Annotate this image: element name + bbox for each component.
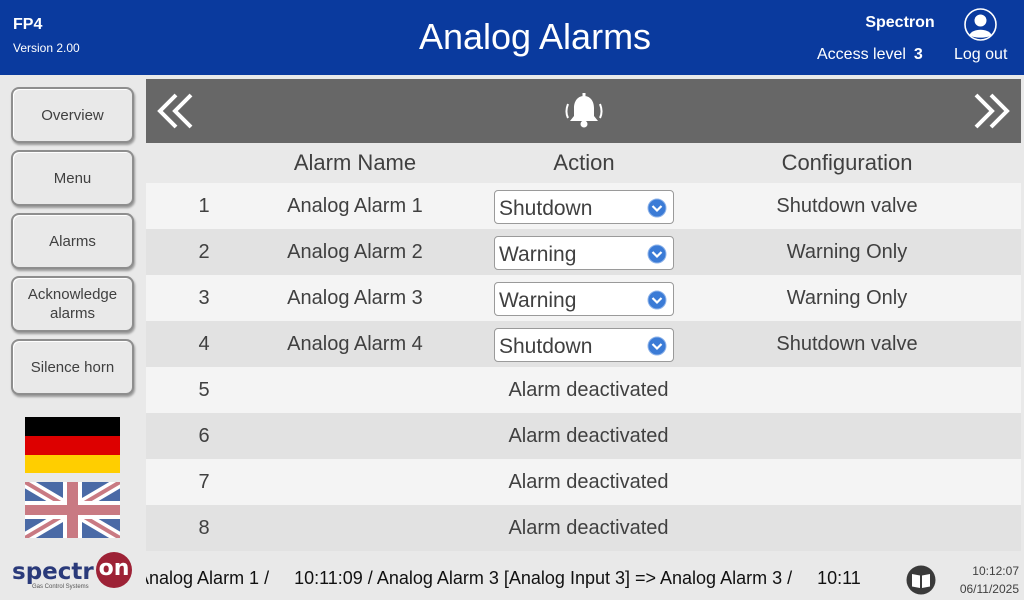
- logo-tagline: Gas Control Systems: [32, 584, 89, 590]
- table-row: 2 Analog Alarm 2 Warning Warning Only: [146, 229, 1021, 275]
- alarm-number: 6: [198, 425, 210, 447]
- action-select-value: Warning: [499, 289, 577, 312]
- silence-horn-button-label: Silence horn: [30, 358, 115, 376]
- double-chevron-right-icon[interactable]: [971, 93, 1011, 129]
- table-row: 3 Analog Alarm 3 Warning Warning Only: [146, 275, 1021, 321]
- header-bar: FP4 Version 2.00 Analog Alarms Spectron …: [0, 0, 1024, 75]
- spectron-logo: spectr on Gas Control Systems: [10, 551, 134, 591]
- table-header: Alarm Name Action Configuration: [146, 143, 1021, 183]
- alarm-number: 8: [198, 517, 210, 539]
- alarm-number: 7: [198, 471, 210, 493]
- menu-button[interactable]: Menu: [11, 150, 134, 206]
- alarm-number: 3: [198, 287, 210, 309]
- action-select[interactable]: Warning: [494, 236, 674, 270]
- table-row: 1 Analog Alarm 1 Shutdown Shutdown valve: [146, 183, 1021, 229]
- alarm-number: 5: [198, 379, 210, 401]
- alarm-status: Alarm deactivated: [508, 425, 669, 447]
- clock-time: 10:12:07: [972, 564, 1019, 578]
- action-select-value: Warning: [499, 243, 577, 266]
- double-chevron-left-icon[interactable]: [156, 93, 196, 129]
- overview-button[interactable]: Overview: [11, 87, 134, 143]
- column-header-configuration: Configuration: [781, 150, 913, 175]
- table-row: 5 Alarm deactivated: [146, 367, 1021, 413]
- action-select-value: Shutdown: [499, 335, 593, 358]
- column-header-action: Action: [553, 150, 615, 175]
- alarms-button[interactable]: Alarms: [11, 213, 134, 269]
- alarm-name: Analog Alarm 3: [287, 287, 423, 309]
- alarm-configuration: Warning Only: [786, 241, 908, 263]
- table-row: 8 Alarm deactivated: [146, 505, 1021, 551]
- table-row: 7 Alarm deactivated: [146, 459, 1021, 505]
- alarm-name: Analog Alarm 2: [287, 241, 423, 263]
- table-row: 6 Alarm deactivated: [146, 413, 1021, 459]
- alarm-status: Alarm deactivated: [508, 517, 669, 539]
- clock-date: 06/11/2025: [959, 582, 1019, 596]
- action-select-value: Shutdown: [499, 197, 593, 220]
- logo-wordmark: spectr: [12, 559, 94, 585]
- chevron-down-circle-icon: [647, 336, 667, 356]
- logo-on-circle: on: [96, 552, 132, 588]
- app-window: FP4 Version 2.00 Analog Alarms Spectron …: [0, 0, 1024, 600]
- acknowledge-alarms-button-label: Acknowledge alarms: [27, 286, 118, 322]
- chevron-down-circle-icon: [647, 244, 667, 264]
- action-select[interactable]: Warning: [494, 282, 674, 316]
- alarm-number: 4: [198, 333, 210, 355]
- alarm-ticker: Analog Alarm 1 / 10:11:09 / Analog Alarm…: [146, 557, 896, 600]
- overview-button-label: Overview: [41, 106, 104, 124]
- alarms-button-label: Alarms: [49, 232, 96, 250]
- alarm-number: 2: [198, 241, 210, 263]
- user-name: Spectron: [865, 14, 935, 31]
- menu-button-label: Menu: [53, 169, 92, 187]
- chevron-down-circle-icon: [647, 290, 667, 310]
- action-select[interactable]: Shutdown: [494, 328, 674, 362]
- access-level-label: Access level: [817, 46, 906, 63]
- chevron-down-circle-icon: [647, 198, 667, 218]
- alarm-status: Alarm deactivated: [508, 379, 669, 401]
- alarm-configuration: Warning Only: [786, 287, 908, 309]
- table-row: 4 Analog Alarm 4 Shutdown Shutdown valve: [146, 321, 1021, 367]
- alarm-name: Analog Alarm 4: [287, 333, 423, 355]
- alarm-configuration: Shutdown valve: [776, 333, 918, 355]
- german-flag-icon[interactable]: [25, 417, 120, 473]
- access-level: Access level 3: [817, 46, 923, 64]
- alarm-name: Analog Alarm 1: [287, 195, 423, 217]
- alarm-ticker-text: Analog Alarm 1 / 10:11:09 / Analog Alarm…: [146, 568, 861, 588]
- alarm-status: Alarm deactivated: [508, 471, 669, 493]
- access-level-value: 3: [913, 46, 923, 63]
- book-icon[interactable]: [905, 565, 937, 595]
- alarm-page-navbar: [146, 79, 1021, 143]
- silence-horn-button[interactable]: Silence horn: [11, 339, 134, 395]
- acknowledge-alarms-button[interactable]: Acknowledge alarms: [11, 276, 134, 332]
- uk-flag-icon[interactable]: [25, 482, 120, 538]
- user-avatar-icon[interactable]: [964, 8, 997, 41]
- logout-button[interactable]: Log out: [954, 46, 1007, 64]
- bell-ringing-icon: [565, 93, 603, 128]
- alarm-number: 1: [198, 195, 210, 217]
- alarm-configuration: Shutdown valve: [776, 195, 918, 217]
- action-select[interactable]: Shutdown: [494, 190, 674, 224]
- column-header-name: Alarm Name: [293, 150, 417, 175]
